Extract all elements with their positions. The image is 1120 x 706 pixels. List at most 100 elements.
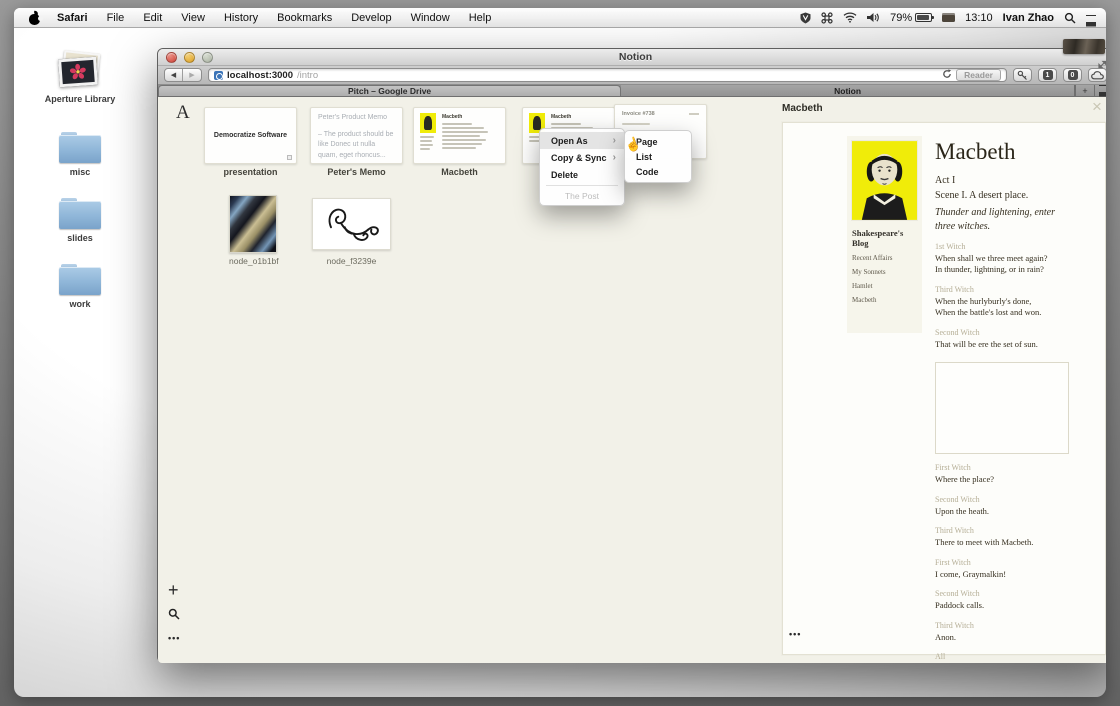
shakespeare-portrait — [852, 141, 917, 220]
video-thumbnail — [1063, 39, 1105, 54]
add-node-button[interactable]: + — [168, 581, 180, 599]
menu-item[interactable]: Bookmarks — [277, 12, 332, 24]
menu-item-copy-sync[interactable]: Copy & Sync › — [540, 149, 624, 166]
desktop-icon-folder[interactable]: work — [40, 264, 120, 309]
menu-item[interactable]: Window — [411, 12, 450, 24]
site-favicon — [214, 71, 223, 80]
speaker-label: First Witch — [935, 558, 1075, 567]
menu-item[interactable]: Develop — [351, 12, 391, 24]
dialogue-line: That will be ere the set of sun. — [935, 339, 1075, 350]
mini-doc-title: Macbeth — [442, 114, 499, 120]
menu-item[interactable]: View — [181, 12, 205, 24]
menu-clock[interactable]: 13:10 — [965, 12, 993, 24]
extension-0-icon: 0 — [1068, 70, 1078, 80]
dialogue-line: I come, Graymalkin! — [935, 569, 1075, 580]
dialogue-block: Second Witch Upon the heath. — [935, 495, 1075, 517]
blog-nav-item[interactable]: Macbeth — [852, 296, 917, 304]
context-menu: Open As › Copy & Sync › Delete The Post — [539, 128, 625, 206]
card-presentation[interactable]: Democratize Software — [204, 107, 297, 164]
image-node-marble[interactable] — [229, 195, 277, 253]
document-title: Macbeth — [935, 139, 1075, 165]
window-title: Notion — [158, 51, 1106, 63]
submenu-item-code[interactable]: Code — [625, 164, 691, 179]
blog-nav-item[interactable]: Recent Affairs — [852, 254, 917, 262]
document-more-button[interactable]: ••• — [789, 629, 801, 639]
reader-button[interactable]: Reader — [956, 69, 1001, 81]
menu-item[interactable]: Help — [469, 12, 492, 24]
close-panel-icon[interactable]: × — [1092, 97, 1102, 117]
speaker-label: Third Witch — [935, 621, 1075, 630]
battery-indicator[interactable]: 79% — [890, 12, 932, 24]
desktop-icon-folder[interactable]: slides — [40, 198, 120, 243]
folder-icon — [59, 198, 101, 229]
menu-item[interactable]: File — [107, 12, 125, 24]
extension-0-button[interactable]: 0 — [1063, 68, 1082, 82]
fast-user-switch[interactable]: Ivan Zhao — [1003, 12, 1054, 24]
menu-item-label: Copy & Sync — [551, 153, 607, 163]
desktop-icon-aperture-library[interactable]: Aperture Library — [40, 52, 120, 104]
new-tab-button[interactable]: + — [1075, 85, 1094, 96]
wifi-icon[interactable] — [843, 12, 857, 23]
tab-pitch-google-drive[interactable]: Pitch – Google Drive — [158, 85, 621, 96]
dialogue-line: Paddock calls. — [935, 600, 1075, 611]
notification-list-icon[interactable] — [1086, 13, 1096, 22]
dialogue-line: When the hurlyburly's done, — [935, 296, 1075, 307]
address-bar[interactable]: localhost:3000/intro Reader — [208, 68, 1007, 82]
image-node-flourish[interactable] — [312, 198, 391, 250]
command-key-icon[interactable] — [821, 12, 833, 24]
menu-item[interactable]: Edit — [143, 12, 162, 24]
nav-buttons: ◀ ▶ — [164, 68, 202, 82]
url-path: /intro — [297, 70, 318, 81]
canvas-text-node[interactable]: A — [176, 102, 190, 124]
input-source-icon[interactable] — [942, 13, 955, 22]
tab-bar: Pitch – Google Drive Notion + — [158, 85, 1106, 97]
forward-button[interactable]: ▶ — [183, 69, 201, 81]
speaker-label: 1st Witch — [935, 242, 1075, 251]
card-macbeth[interactable]: Macbeth — [413, 107, 506, 164]
speaker-label: First Witch — [935, 463, 1075, 472]
speaker-label: Second Witch — [935, 328, 1075, 337]
speaker-label: Third Witch — [935, 285, 1075, 294]
dialogue-block: Third Witch Anon. — [935, 621, 1075, 643]
empty-content-block[interactable] — [935, 362, 1069, 454]
dialogue-line: Anon. — [935, 632, 1075, 643]
volume-icon[interactable] — [867, 12, 880, 23]
blog-nav-item[interactable]: My Sonnets — [852, 268, 917, 276]
window-titlebar[interactable]: Notion — [158, 49, 1106, 66]
menu-item-delete[interactable]: Delete — [540, 166, 624, 183]
notion-canvas[interactable]: A Democratize Software presentation Pete… — [158, 97, 1106, 663]
speaker-label: Second Witch — [935, 495, 1075, 504]
extension-key-button[interactable] — [1013, 68, 1032, 82]
extension-1-button[interactable]: 1 — [1038, 68, 1057, 82]
dialogue-line: There to meet with Macbeth. — [935, 537, 1075, 548]
macbeth-document[interactable]: Shakespeare's Blog Recent AffairsMy Sonn… — [782, 122, 1106, 655]
reload-icon[interactable] — [942, 66, 952, 84]
dialogue-block: Second Witch That will be ere the set of… — [935, 328, 1075, 350]
vpn-shield-icon[interactable] — [800, 12, 811, 24]
dialogue-block: All Fair is foul, and foul is fair:Hover… — [935, 652, 1075, 663]
node-label: node_f3239e — [312, 256, 391, 266]
card-label: Peter's Memo — [310, 167, 403, 177]
card-peters-memo[interactable]: Peter's Product Memo – The product shoul… — [310, 107, 403, 164]
blog-sidebar: Shakespeare's Blog Recent AffairsMy Sonn… — [847, 136, 922, 333]
desktop-icon-label: misc — [40, 167, 120, 177]
spotlight-search-icon[interactable] — [1064, 12, 1076, 24]
menu-item[interactable]: Safari — [57, 12, 88, 24]
memo-excerpt: – The product should be like Donec ut nu… — [318, 130, 395, 162]
card-label: presentation — [204, 167, 297, 177]
act-heading: Act I — [935, 174, 1075, 189]
more-options-button[interactable]: ••• — [168, 633, 180, 643]
mini-portrait — [420, 113, 436, 133]
card-label: Macbeth — [413, 167, 506, 177]
blog-nav-item[interactable]: Hamlet — [852, 282, 917, 290]
menu-item[interactable]: History — [224, 12, 258, 24]
menu-bar: Safari File Edit View History Bookmarks Develo… — [14, 8, 1106, 28]
menu-item-open-as[interactable]: Open As › — [540, 132, 624, 149]
fullscreen-arrows-icon[interactable] — [1098, 56, 1106, 74]
back-button[interactable]: ◀ — [165, 69, 183, 81]
tab-notion[interactable]: Notion — [621, 85, 1075, 96]
show-all-tabs-button[interactable] — [1094, 85, 1106, 96]
search-button[interactable] — [168, 607, 180, 625]
desktop-icon-folder[interactable]: misc — [40, 132, 120, 177]
apple-menu-icon[interactable] — [28, 11, 41, 25]
